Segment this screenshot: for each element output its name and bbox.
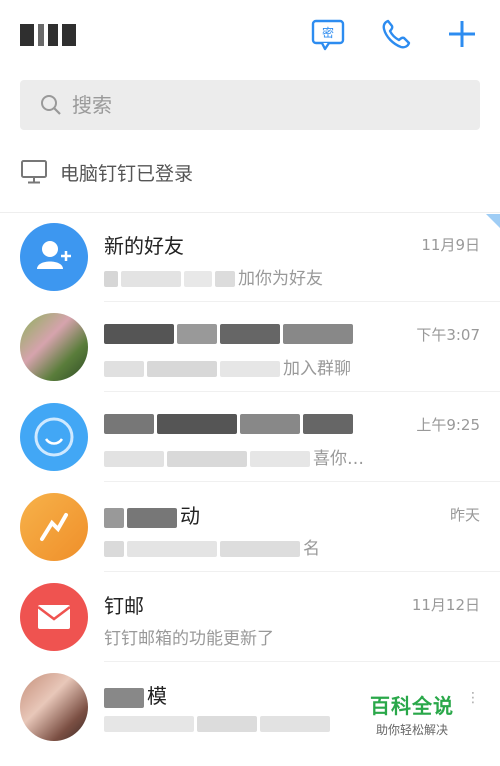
pc-login-text: 电脑钉钉已登录 [60, 162, 194, 185]
conversation-preview: 钉钉邮箱的功能更新了 [104, 629, 274, 649]
plus-icon[interactable] [444, 16, 480, 52]
preview-text: 加入群聊 [283, 359, 351, 379]
photo-avatar [20, 673, 88, 741]
conversation-preview: 名 [104, 534, 320, 559]
conversation-time: 11月9日 [421, 236, 480, 254]
conversation-name-obscured [104, 410, 356, 434]
add-friend-avatar [20, 223, 88, 291]
conversation-blue[interactable]: 上午9:25 喜你… [0, 392, 500, 482]
conversation-name: 动 [104, 500, 200, 529]
conversation-new-friends[interactable]: 新的好友 11月9日 加你为好友 [0, 212, 500, 302]
conversation-time: 上午9:25 [416, 416, 480, 434]
phone-icon[interactable] [378, 16, 414, 52]
search-icon [41, 95, 61, 115]
conversation-time: 11月12日 [411, 596, 480, 614]
conversation-time: 下午3:07 [416, 326, 480, 344]
conversation-preview: 加你为好友 [104, 264, 323, 289]
secret-chat-icon[interactable]: 密 [310, 16, 346, 52]
preview-text: 名 [303, 539, 320, 559]
watermark-logo: 百科全说 助你轻松解决 [358, 690, 466, 738]
search-bar[interactable] [20, 80, 480, 130]
conversation-mail[interactable]: 钉邮 11月12日 钉钉邮箱的功能更新了 [0, 572, 500, 662]
watermark-title: 百科全说 [370, 694, 454, 718]
conversation-preview: 喜你… [104, 444, 364, 469]
page-title-obscured [20, 22, 78, 48]
top-bar: 密 [0, 0, 500, 72]
preview-text: 喜你… [313, 449, 364, 469]
conversation-time: 昨天 [449, 506, 480, 524]
group-photo-avatar [20, 313, 88, 381]
orange-avatar [20, 493, 88, 561]
conversation-list: 新的好友 11月9日 加你为好友 下午3:07 加入群聊 上午9:25 喜你… … [0, 212, 500, 752]
name-text: 模 [147, 684, 167, 708]
watermark-subtitle: 助你轻松解决 [375, 723, 448, 737]
conversation-name: 模 [104, 680, 167, 709]
conversation-preview [104, 714, 333, 734]
secret-char: 密 [322, 25, 334, 40]
mail-avatar [20, 583, 88, 651]
conversation-group[interactable]: 下午3:07 加入群聊 [0, 302, 500, 392]
conversation-name: 钉邮 [104, 594, 144, 618]
conversation-name: 新的好友 [104, 234, 184, 258]
conversation-preview: 加入群聊 [104, 354, 351, 379]
search-input[interactable] [72, 93, 412, 117]
more-options-icon[interactable]: ⋮ [466, 690, 480, 706]
name-text: 动 [180, 504, 200, 528]
pc-login-banner[interactable]: 电脑钉钉已登录 [20, 150, 480, 194]
preview-text: 加你为好友 [238, 269, 323, 289]
conversation-orange[interactable]: 动 昨天 名 [0, 482, 500, 572]
conversation-name-obscured [104, 320, 356, 344]
blue-avatar [20, 403, 88, 471]
monitor-icon [21, 160, 47, 184]
